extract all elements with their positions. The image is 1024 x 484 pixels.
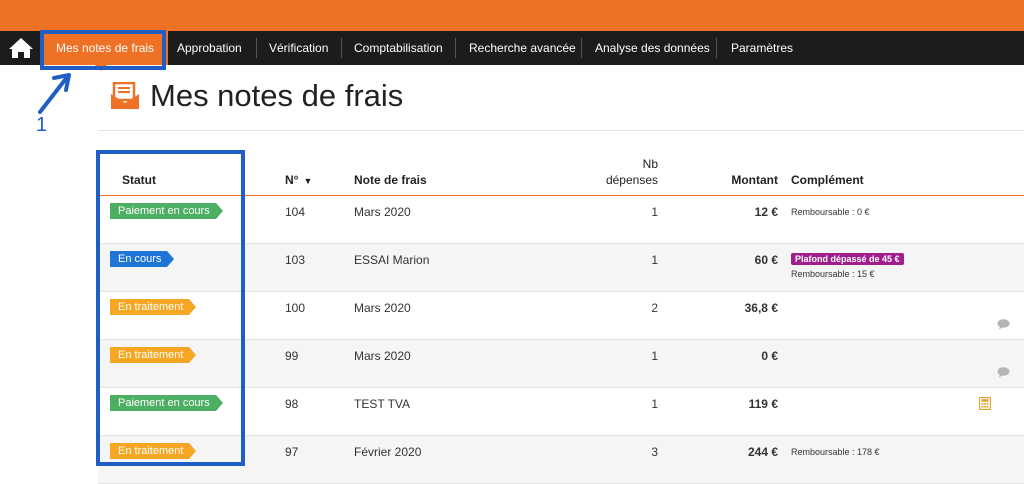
row-name: Mars 2020 — [354, 205, 411, 219]
row-amount: 60 € — [754, 253, 778, 267]
row-name: TEST TVA — [354, 397, 411, 411]
row-expense-count: 1 — [651, 397, 658, 411]
row-name: Mars 2020 — [354, 349, 411, 363]
nav-parametres[interactable]: Paramètres — [731, 31, 793, 65]
home-icon[interactable] — [8, 37, 34, 59]
nav-separator — [581, 38, 582, 58]
nav-separator — [455, 38, 456, 58]
row-name: Février 2020 — [354, 445, 422, 459]
annotation-arrow-icon — [38, 73, 71, 114]
annotation-highlight-status-column — [96, 150, 245, 466]
top-brand-bar — [0, 0, 1024, 31]
header-nb-line2: dépenses — [605, 173, 658, 187]
nav-approbation[interactable]: Approbation — [177, 31, 242, 65]
row-number: 98 — [285, 397, 299, 411]
annotation-highlight-tab — [40, 30, 166, 70]
row-number: 99 — [285, 349, 299, 363]
row-complement: Remboursable : 0 € — [791, 207, 870, 217]
sort-desc-icon[interactable]: ▼ — [303, 176, 312, 186]
header-numero-label: N° — [285, 173, 299, 187]
comment-icon[interactable] — [997, 367, 1010, 378]
nav-separator — [341, 38, 342, 58]
ceiling-exceeded-badge: Plafond dépassé de 45 € — [791, 253, 904, 265]
nav-comptabilisation[interactable]: Comptabilisation — [354, 31, 443, 65]
title-divider — [98, 130, 1024, 131]
row-expense-count: 1 — [651, 253, 658, 267]
calculator-icon[interactable] — [979, 397, 991, 410]
row-expense-count: 2 — [651, 301, 658, 315]
nav-verification[interactable]: Vérification — [269, 31, 328, 65]
row-expense-count: 1 — [651, 205, 658, 219]
header-montant[interactable]: Montant — [731, 173, 778, 187]
row-name: ESSAI Marion — [354, 253, 430, 267]
row-name: Mars 2020 — [354, 301, 411, 315]
row-expense-count: 3 — [651, 445, 658, 459]
nav-analyse-des-donnees[interactable]: Analyse des données — [595, 31, 710, 65]
row-amount: 12 € — [754, 205, 778, 219]
row-amount: 0 € — [761, 349, 778, 363]
header-nb-line1: Nb — [642, 157, 658, 171]
row-number: 104 — [285, 205, 306, 219]
header-complement: Complément — [791, 173, 864, 187]
row-number: 103 — [285, 253, 306, 267]
nav-recherche-avancee[interactable]: Recherche avancée — [469, 31, 576, 65]
header-numero[interactable]: N° ▼ — [285, 173, 312, 187]
header-note-de-frais[interactable]: Note de frais — [354, 173, 427, 187]
row-number: 97 — [285, 445, 299, 459]
nav-separator — [716, 38, 717, 58]
row-complement: Remboursable : 15 € — [791, 269, 875, 279]
comment-icon[interactable] — [997, 319, 1010, 330]
row-amount: 119 € — [748, 397, 778, 411]
row-expense-count: 1 — [651, 349, 658, 363]
expense-report-icon — [111, 82, 139, 109]
header-nb-depenses[interactable]: Nb dépenses — [606, 157, 658, 187]
annotation-number: 1 — [36, 114, 48, 136]
row-number: 100 — [285, 301, 306, 315]
nav-separator — [256, 38, 257, 58]
row-amount: 36,8 € — [744, 301, 778, 315]
row-complement: Remboursable : 178 € — [791, 447, 880, 457]
row-amount: 244 € — [747, 445, 778, 459]
page-title: Mes notes de frais — [150, 78, 404, 113]
